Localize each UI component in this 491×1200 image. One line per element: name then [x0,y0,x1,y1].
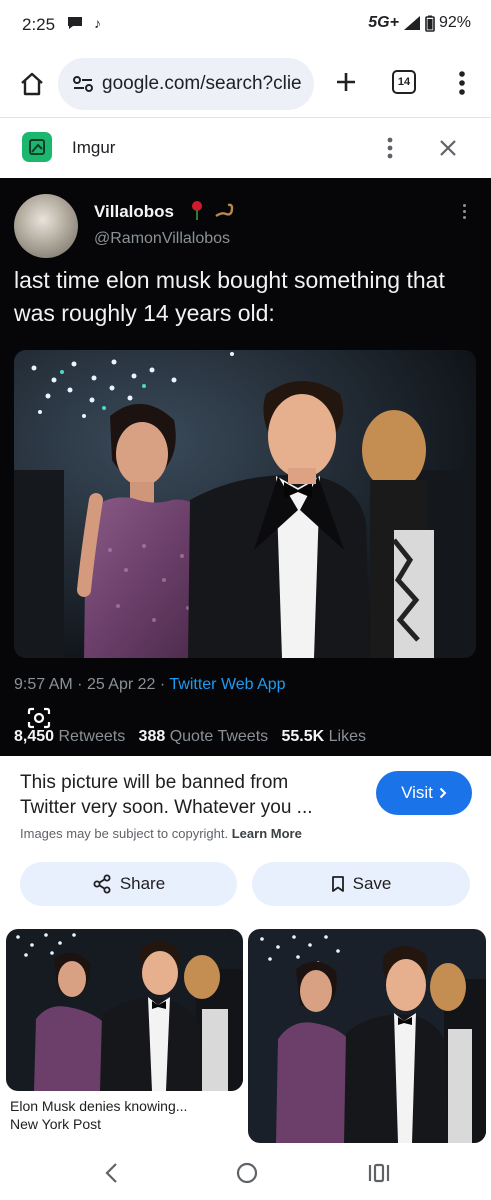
back-button[interactable] [100,1160,124,1186]
close-icon [440,140,456,156]
tweet-more-icon [458,204,470,228]
lens-icon [27,707,51,729]
related-image[interactable] [6,929,243,1091]
plus-icon [337,73,355,91]
battery-level: 92% [438,14,471,31]
home-icon [21,72,43,96]
close-button[interactable] [432,132,464,164]
lens-button[interactable] [26,706,52,730]
rose-icon [192,201,202,220]
tiktok-icon: ♪ [94,15,101,31]
address-bar[interactable]: google.com/search?clie [58,58,314,110]
share-icon [93,874,111,894]
tab-count: 14 [397,76,411,88]
system-nav-bar [0,1148,491,1200]
tweet-text: last time elon musk bought something tha… [14,267,445,326]
copyright-notice: Images may be subject to copyright. Lear… [20,826,302,841]
tweet-client: Twitter Web App [169,676,286,693]
status-bar: 2:25 ♪ 5G+ 92% [0,0,491,48]
related-source: New York Post [10,1116,102,1132]
home-button[interactable] [14,66,50,102]
signal-icon [403,16,420,30]
new-tab-button[interactable] [330,66,362,98]
site-settings-icon[interactable] [72,73,94,95]
tweet-photo [14,350,476,658]
likes-label: Likes [328,728,366,745]
back-icon [105,1163,117,1183]
quotes-count: 388 [138,728,166,745]
home-circle-icon [236,1162,258,1184]
tweet-handle: @RamonVillalobos [94,230,231,247]
browser-toolbar: google.com/search?clie 14 [0,52,491,116]
source-name[interactable]: Imgur [72,138,115,158]
chevron-right-icon [439,787,447,799]
battery-icon [425,15,435,32]
home-nav-button[interactable] [234,1160,260,1186]
tweet-meta: 9:57 AM · 25 Apr 22 · Twitter Web App [14,676,286,693]
quotes-label: Quote Tweets [169,728,269,745]
result-title[interactable]: This picture will be banned from Twitter… [20,770,340,820]
tweet-stats: 8,450 Retweets 388 Quote Tweets 55.5K Li… [14,728,366,746]
save-button[interactable]: Save [252,862,470,906]
more-vert-icon [387,137,393,159]
learn-more-link[interactable]: Learn More [232,826,302,841]
status-time: 2:25 [22,15,56,34]
share-button[interactable]: Share [20,862,237,906]
retweets-label: Retweets [58,728,126,745]
related-caption[interactable]: Elon Musk denies knowing... [10,1097,240,1115]
network-label: 5G+ [368,14,399,31]
scorpion-icon [215,203,234,218]
copyright-text: Images may be subject to copyright. [20,826,229,841]
browser-menu-button[interactable] [450,66,474,100]
recents-button[interactable] [366,1160,392,1186]
save-label: Save [352,874,392,893]
share-label: Share [119,874,166,893]
source-more-button[interactable] [378,132,402,164]
url-text: google.com/search?clie [102,73,302,94]
related-image[interactable] [248,929,486,1143]
likes-count: 55.5K [281,728,325,745]
image-source-header: Imgur [0,118,491,178]
imgur-logo [22,132,52,162]
bookmark-icon [331,876,344,892]
tweet-display-name: Villalobos [94,202,174,221]
retweets-count: 8,450 [14,728,55,745]
tab-switcher-button[interactable]: 14 [392,70,416,94]
tweet-date: 25 Apr 22 [86,676,156,693]
main-image[interactable]: Villalobos @RamonVillalobos last time el… [0,178,491,756]
recents-icon [368,1163,390,1183]
message-icon [68,17,82,29]
visit-button[interactable]: Visit [376,771,472,815]
tweet-time: 9:57 AM [14,676,73,693]
more-vert-icon [459,71,465,95]
avatar [14,194,78,258]
visit-label: Visit [401,783,433,802]
